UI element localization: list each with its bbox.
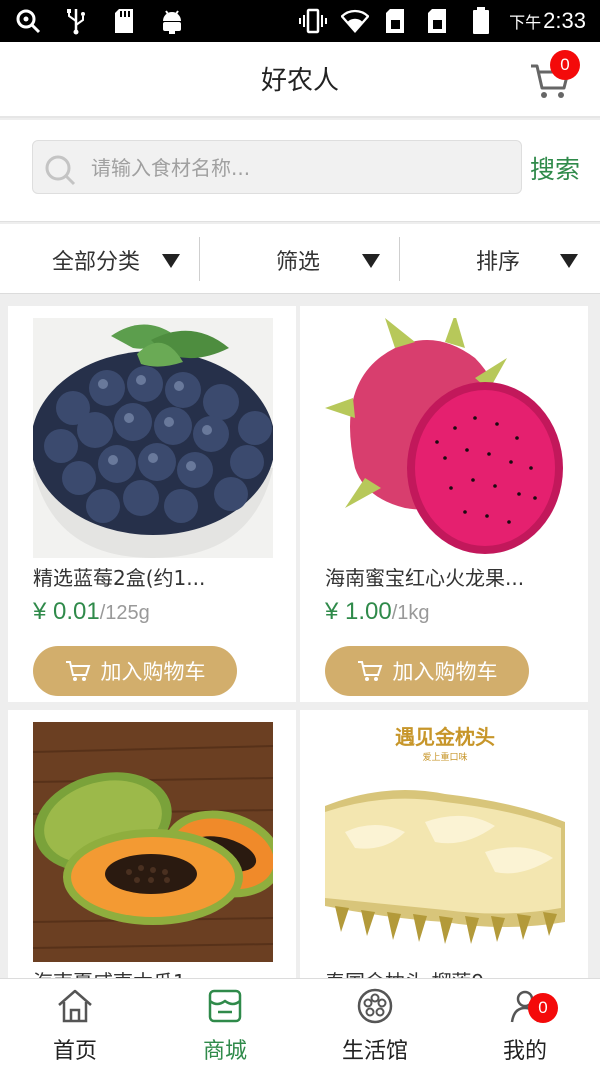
usb-icon — [62, 6, 90, 36]
home-icon — [58, 989, 92, 1023]
image-title: 遇见金枕头 — [395, 725, 495, 749]
product-name: 海南夏威夷木瓜1... — [33, 966, 283, 978]
product-price: ¥ 1.00/1kg — [325, 598, 430, 625]
battery-icon — [467, 6, 495, 36]
search-box — [32, 140, 522, 194]
tab-profile[interactable]: 0 我的 — [450, 979, 600, 1067]
search-icon — [45, 155, 76, 186]
filter-sort[interactable]: 排序 — [400, 224, 600, 294]
product-name: 海南蜜宝红心火龙果... — [325, 566, 525, 590]
android-icon — [158, 6, 186, 36]
cart-icon — [65, 661, 90, 681]
status-bar: 下午 2:33 — [0, 0, 600, 42]
tab-home-label: 首页 — [52, 1039, 97, 1064]
triangle-down-icon — [560, 254, 578, 268]
product-card[interactable]: 海南夏威夷木瓜1... — [8, 710, 296, 978]
wifi-icon — [341, 6, 370, 36]
cart-button[interactable]: 0 — [528, 50, 580, 102]
profile-badge: 0 — [528, 993, 558, 1023]
tab-lifestyle[interactable]: 生活馆 — [300, 979, 450, 1067]
filter-screen[interactable]: 筛选 — [200, 224, 400, 294]
tab-profile-label: 我的 — [502, 1039, 547, 1064]
status-time: 下午 2:33 — [509, 8, 586, 33]
triangle-down-icon — [162, 254, 180, 268]
page-title: 好农人 — [260, 66, 339, 96]
triangle-down-icon — [362, 254, 380, 268]
product-image[interactable] — [33, 722, 273, 962]
add-to-cart-button[interactable]: 加入购物车 — [325, 646, 529, 696]
cart-count-badge: 0 — [550, 50, 580, 80]
filter-sort-label: 排序 — [476, 250, 521, 275]
filter-category[interactable]: 全部分类 — [0, 224, 200, 294]
search-bar: 搜索 — [0, 120, 600, 222]
product-image[interactable]: 遇见金枕头 爱上重口味 — [325, 722, 565, 962]
tab-shop[interactable]: 商城 — [150, 979, 300, 1067]
product-card[interactable]: 海南蜜宝红心火龙果... ¥ 1.00/1kg 加入购物车 — [300, 306, 588, 702]
product-image[interactable] — [325, 318, 565, 558]
search-button[interactable]: 搜索 — [530, 150, 580, 186]
tab-lifestyle-label: 生活馆 — [341, 1039, 408, 1064]
app-header: 好农人 0 — [0, 42, 600, 118]
filter-category-label: 全部分类 — [52, 250, 141, 275]
product-card[interactable]: 遇见金枕头 爱上重口味 泰国金枕头 榴莲9... — [300, 710, 588, 978]
product-card[interactable]: 精选蓝莓2盒(约1... ¥ 0.01/125g 加入购物车 — [8, 306, 296, 702]
product-name: 泰国金枕头 榴莲9... — [325, 966, 575, 978]
product-name: 精选蓝莓2盒(约1... — [33, 566, 206, 590]
product-grid: 精选蓝莓2盒(约1... ¥ 0.01/125g 加入购物车 海南蜜宝红心火龙果… — [8, 306, 592, 978]
search-input[interactable] — [91, 149, 511, 187]
image-subtitle: 爱上重口味 — [422, 751, 467, 763]
search-icon — [14, 6, 42, 36]
filter-screen-label: 筛选 — [276, 250, 321, 275]
vibrate-icon — [299, 6, 328, 36]
sd-card-icon — [110, 6, 138, 36]
cart-icon — [357, 661, 382, 681]
shop-icon — [208, 989, 242, 1023]
product-image[interactable] — [33, 318, 273, 558]
tab-home[interactable]: 首页 — [0, 979, 150, 1067]
product-price: ¥ 0.01/125g — [33, 598, 150, 625]
add-to-cart-button[interactable]: 加入购物车 — [33, 646, 237, 696]
tab-shop-label: 商城 — [202, 1039, 247, 1064]
filter-bar: 全部分类 筛选 排序 — [0, 224, 600, 294]
sim2-icon — [425, 6, 453, 36]
sim1-icon — [383, 6, 411, 36]
lifestyle-icon — [357, 988, 393, 1024]
bottom-tab-bar: 首页 商城 生活馆 0 我的 — [0, 978, 600, 1067]
